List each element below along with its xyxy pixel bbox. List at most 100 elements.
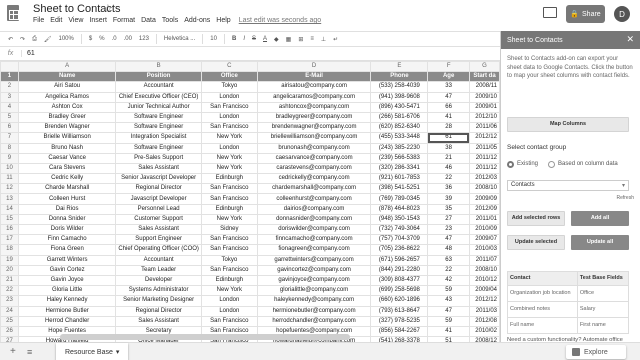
table-cell[interactable]: 2012/08: [468, 315, 500, 327]
table-cell[interactable]: Fiona Green: [17, 244, 117, 256]
table-cell[interactable]: Hermione Butler: [17, 305, 117, 317]
header-cell[interactable]: Phone: [370, 71, 429, 83]
table-cell[interactable]: gavincortez@company.com: [256, 264, 372, 276]
table-cell[interactable]: (757) 704-3709: [370, 234, 429, 246]
font-size-select[interactable]: 10: [210, 36, 217, 42]
row-header[interactable]: 22: [0, 285, 19, 297]
table-cell[interactable]: Regional Director: [115, 305, 202, 317]
table-cell[interactable]: (243) 385-2230: [370, 142, 429, 154]
table-cell[interactable]: 2008/11: [468, 81, 500, 93]
table-cell[interactable]: 28: [427, 122, 470, 134]
row-header[interactable]: 3: [0, 91, 19, 103]
table-cell[interactable]: 2011/06: [468, 122, 500, 134]
row-header[interactable]: 14: [0, 203, 19, 215]
table-cell[interactable]: Team Leader: [115, 264, 202, 276]
table-cell[interactable]: Bradley Greer: [17, 111, 117, 124]
table-cell[interactable]: Donna Snider: [17, 213, 117, 226]
table-cell[interactable]: 36: [427, 183, 470, 195]
table-cell[interactable]: 2009/01: [468, 101, 500, 113]
table-cell[interactable]: (398) 541-5251: [370, 183, 429, 195]
table-cell[interactable]: 2012/10: [468, 111, 500, 124]
table-cell[interactable]: 2012/09: [468, 203, 500, 215]
table-cell[interactable]: San Francisco: [200, 101, 258, 113]
row-header[interactable]: 18: [0, 244, 19, 256]
table-cell[interactable]: London: [200, 295, 258, 307]
table-cell[interactable]: (266) 581-6706: [370, 111, 429, 124]
table-cell[interactable]: (327) 978-5235: [370, 315, 429, 327]
table-cell[interactable]: New York: [200, 132, 258, 144]
table-cell[interactable]: (309) 808-4377: [370, 274, 429, 287]
table-cell[interactable]: London: [200, 111, 258, 124]
table-cell[interactable]: Customer Support: [115, 213, 202, 226]
table-cell[interactable]: doriswilder@company.com: [256, 223, 372, 236]
formula-input[interactable]: 61: [22, 50, 35, 57]
table-cell[interactable]: 22: [427, 264, 470, 276]
row-header[interactable]: 11: [0, 173, 19, 185]
table-cell[interactable]: Developer: [115, 274, 202, 287]
table-cell[interactable]: 66: [427, 101, 470, 113]
table-cell[interactable]: chardemarshall@company.com: [256, 183, 372, 195]
table-cell[interactable]: Garrett Winters: [17, 254, 117, 266]
sheet-tab[interactable]: Resource Base ▾: [56, 343, 129, 360]
table-cell[interactable]: cedrickelly@company.com: [256, 173, 372, 185]
table-cell[interactable]: Regional Director: [115, 183, 202, 195]
table-cell[interactable]: (769) 789-0345: [370, 193, 429, 205]
row-header[interactable]: 10: [0, 162, 19, 175]
table-cell[interactable]: haleykennedy@company.com: [256, 295, 372, 307]
vertical-align-icon[interactable]: ⊥: [321, 36, 326, 43]
table-cell[interactable]: San Francisco: [200, 183, 258, 195]
table-cell[interactable]: Javascript Developer: [115, 193, 202, 205]
header-cell[interactable]: Name: [17, 71, 117, 83]
horizontal-scrollbar[interactable]: [60, 334, 350, 340]
menu-insert[interactable]: Insert: [89, 17, 107, 24]
table-cell[interactable]: Support Engineer: [115, 234, 202, 246]
table-cell[interactable]: (699) 258-5698: [370, 285, 429, 297]
table-cell[interactable]: 2011/01: [468, 213, 500, 226]
table-cell[interactable]: Herrod Chandler: [17, 315, 117, 327]
row-header[interactable]: 6: [0, 122, 19, 134]
column-header[interactable]: E: [370, 61, 429, 73]
explore-button[interactable]: Explore: [566, 345, 626, 359]
table-cell[interactable]: Senior Marketing Designer: [115, 295, 202, 307]
table-cell[interactable]: (320) 286-3341: [370, 162, 429, 175]
table-cell[interactable]: (455) 533-3448: [370, 132, 429, 144]
refresh-link[interactable]: Refresh: [616, 194, 634, 203]
table-cell[interactable]: Finn Camacho: [17, 234, 117, 246]
table-cell[interactable]: herrodchandler@company.com: [256, 315, 372, 327]
table-cell[interactable]: Edinburgh: [200, 274, 258, 287]
table-cell[interactable]: New York: [200, 152, 258, 164]
table-cell[interactable]: Pre-Sales Support: [115, 152, 202, 164]
table-cell[interactable]: 2009/10: [468, 91, 500, 103]
row-header[interactable]: 19: [0, 254, 19, 266]
table-cell[interactable]: (705) 236-8622: [370, 244, 429, 256]
update-all-button[interactable]: Update all: [571, 235, 629, 250]
table-cell[interactable]: 39: [427, 193, 470, 205]
table-cell[interactable]: 2011/07: [468, 254, 500, 266]
table-cell[interactable]: 2010/09: [468, 223, 500, 236]
table-cell[interactable]: Software Engineer: [115, 111, 202, 124]
table-cell[interactable]: Chief Executive Officer (CEO): [115, 91, 202, 103]
row-header[interactable]: 12: [0, 183, 19, 195]
table-cell[interactable]: 61: [427, 132, 470, 144]
comments-icon[interactable]: [543, 7, 557, 18]
table-cell[interactable]: San Francisco: [200, 234, 258, 246]
menu-addons[interactable]: Add-ons: [184, 17, 210, 24]
table-cell[interactable]: Sales Assistant: [115, 162, 202, 175]
table-cell[interactable]: Software Engineer: [115, 142, 202, 154]
table-cell[interactable]: San Francisco: [200, 264, 258, 276]
row-header[interactable]: 26: [0, 325, 19, 338]
table-cell[interactable]: Caesar Vance: [17, 152, 117, 164]
mapping-cell[interactable]: First name: [576, 316, 630, 334]
chevron-down-icon[interactable]: ▾: [116, 348, 120, 356]
table-cell[interactable]: hermionebutler@company.com: [256, 305, 372, 317]
table-cell[interactable]: Angelica Ramos: [17, 91, 117, 103]
row-header[interactable]: 4: [0, 101, 19, 113]
table-cell[interactable]: (671) 596-2657: [370, 254, 429, 266]
header-cell[interactable]: Age: [427, 71, 470, 83]
row-header[interactable]: 25: [0, 315, 19, 327]
table-cell[interactable]: 2011/12: [468, 152, 500, 164]
table-cell[interactable]: New York: [200, 162, 258, 175]
table-cell[interactable]: gavinjoyce@company.com: [256, 274, 372, 287]
table-cell[interactable]: airisatou@company.com: [256, 81, 372, 93]
fill-color-icon[interactable]: ◆: [274, 36, 279, 43]
